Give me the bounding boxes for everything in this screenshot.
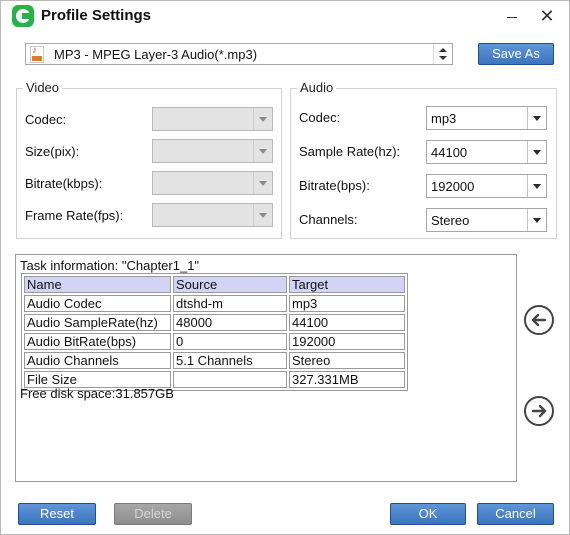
audio-codec-value: mp3 xyxy=(431,111,457,126)
audio-channels-select[interactable]: Stereo xyxy=(426,208,547,232)
chevron-down-icon xyxy=(253,140,272,162)
ok-button[interactable]: OK xyxy=(390,503,466,525)
table-cell: Audio Codec xyxy=(24,295,171,312)
table-row: Audio SampleRate(hz) 48000 44100 xyxy=(24,314,405,331)
arrow-right-circle-icon[interactable] xyxy=(524,396,554,426)
arrow-left-circle-icon[interactable] xyxy=(524,305,554,335)
table-cell xyxy=(173,371,287,388)
table-row: Audio Channels 5.1 Channels Stereo xyxy=(24,352,405,369)
save-as-button[interactable]: Save As xyxy=(478,43,554,65)
video-group: Video Codec: Size(pix): Bitrate(kbps): F… xyxy=(16,80,282,239)
table-header-row: Name Source Target xyxy=(24,276,405,293)
chevron-down-icon xyxy=(253,108,272,130)
audio-samplerate-value: 44100 xyxy=(431,145,468,160)
cancel-button[interactable]: Cancel xyxy=(477,503,554,525)
video-size-label: Size(pix): xyxy=(25,144,80,159)
profile-select[interactable]: MP3 - MPEG Layer-3 Audio(*.mp3) xyxy=(25,43,453,65)
task-info-table: Name Source Target Audio Codec dtshd-m m… xyxy=(21,273,408,391)
minimize-icon[interactable] xyxy=(500,6,524,26)
audio-codec-label: Codec: xyxy=(299,110,341,125)
table-cell: Audio BitRate(bps) xyxy=(24,333,171,350)
chevron-down-icon xyxy=(253,204,272,226)
video-framerate-label: Frame Rate(fps): xyxy=(25,208,124,223)
video-legend: Video xyxy=(23,80,63,95)
audio-bitrate-select[interactable]: 192000 xyxy=(426,174,547,198)
chevron-down-icon xyxy=(527,209,546,231)
table-cell: 44100 xyxy=(289,314,405,331)
video-framerate-select[interactable] xyxy=(152,203,273,227)
app-logo-icon xyxy=(12,5,34,27)
video-bitrate-select[interactable] xyxy=(152,171,273,195)
reset-button[interactable]: Reset xyxy=(18,503,96,525)
profile-selected-value: MP3 - MPEG Layer-3 Audio(*.mp3) xyxy=(54,47,258,62)
table-cell: mp3 xyxy=(289,295,405,312)
audio-samplerate-label: Sample Rate(hz): xyxy=(299,144,401,159)
chevron-down-icon xyxy=(253,172,272,194)
profile-settings-window: Profile Settings ✕ MP3 - MPEG Layer-3 Au… xyxy=(0,0,570,535)
task-info-title: Task information: "Chapter1_1" xyxy=(20,258,200,273)
video-codec-label: Codec: xyxy=(25,112,67,127)
table-cell: dtshd-m xyxy=(173,295,287,312)
video-codec-select[interactable] xyxy=(152,107,273,131)
close-icon[interactable]: ✕ xyxy=(535,6,559,26)
table-cell: 48000 xyxy=(173,314,287,331)
table-cell: Stereo xyxy=(289,352,405,369)
audio-channels-value: Stereo xyxy=(431,213,470,228)
column-header-name: Name xyxy=(24,276,171,293)
chevron-down-icon xyxy=(527,175,546,197)
audio-bitrate-label: Bitrate(bps): xyxy=(299,178,370,193)
table-cell: 5.1 Channels xyxy=(173,352,287,369)
video-bitrate-label: Bitrate(kbps): xyxy=(25,176,103,191)
mp3-file-icon xyxy=(30,45,44,63)
up-down-spin-icon[interactable] xyxy=(433,44,452,64)
table-row: Audio BitRate(bps) 0 192000 xyxy=(24,333,405,350)
table-row: Audio Codec dtshd-m mp3 xyxy=(24,295,405,312)
column-header-target: Target xyxy=(289,276,405,293)
audio-bitrate-value: 192000 xyxy=(431,179,475,194)
free-disk-space: Free disk space:31.857GB xyxy=(20,386,174,401)
table-cell: 327.331MB xyxy=(289,371,405,388)
window-title: Profile Settings xyxy=(41,7,152,24)
table-cell: 0 xyxy=(173,333,287,350)
audio-group: Audio Codec: mp3 Sample Rate(hz): 44100 … xyxy=(290,80,557,239)
video-size-select[interactable] xyxy=(152,139,273,163)
table-cell: Audio Channels xyxy=(24,352,171,369)
table-cell: 192000 xyxy=(289,333,405,350)
audio-samplerate-select[interactable]: 44100 xyxy=(426,140,547,164)
audio-channels-label: Channels: xyxy=(299,212,358,227)
table-cell: Audio SampleRate(hz) xyxy=(24,314,171,331)
column-header-source: Source xyxy=(173,276,287,293)
audio-codec-select[interactable]: mp3 xyxy=(426,106,547,130)
audio-legend: Audio xyxy=(297,80,337,95)
task-info-panel: Task information: "Chapter1_1" Name Sour… xyxy=(15,254,517,482)
chevron-down-icon xyxy=(527,141,546,163)
chevron-down-icon xyxy=(527,107,546,129)
delete-button[interactable]: Delete xyxy=(114,503,192,525)
